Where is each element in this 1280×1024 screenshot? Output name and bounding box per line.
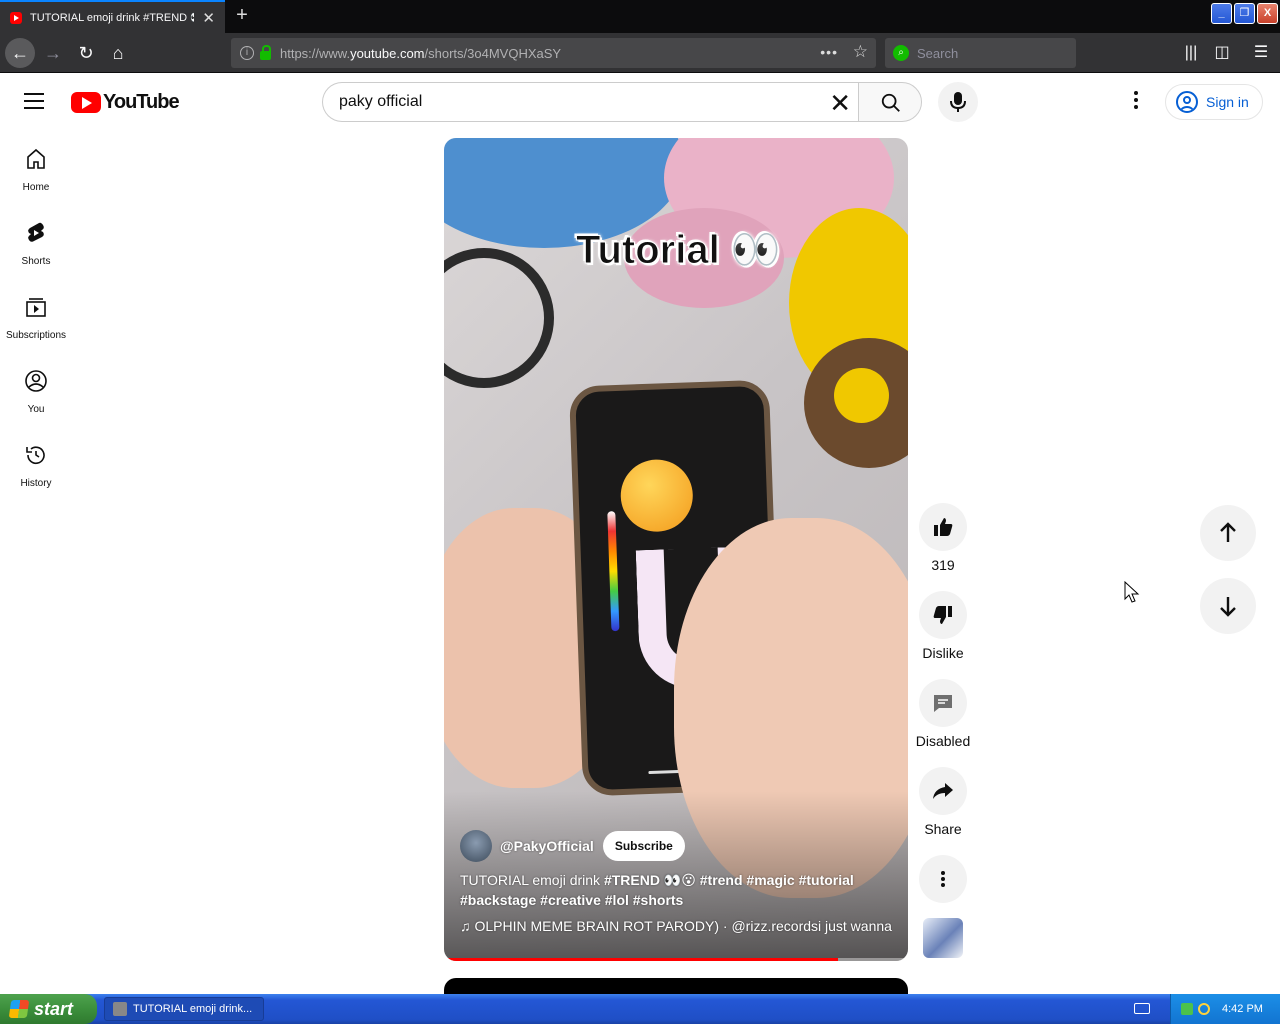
search-icon xyxy=(881,93,900,112)
browser-tab-active[interactable]: TUTORIAL emoji drink #TREND 👀 ✕ xyxy=(0,0,225,33)
like-count: 319 xyxy=(931,557,955,573)
search-tray-icon[interactable] xyxy=(1198,1003,1210,1015)
more-vert-icon xyxy=(941,871,945,887)
browser-app-icon xyxy=(113,1002,127,1016)
library-icon[interactable]: ||| xyxy=(1180,42,1202,64)
share-button[interactable] xyxy=(919,767,967,815)
account-icon xyxy=(1176,91,1198,113)
settings-kebab-icon[interactable] xyxy=(1126,91,1146,113)
browser-tab-bar: TUTORIAL emoji drink #TREND 👀 ✕ + _ ❐ X xyxy=(0,0,1280,33)
music-note-icon: ♫ xyxy=(460,918,471,934)
channel-row: @PakyOfficial Subscribe xyxy=(460,830,685,862)
share-arrow-icon xyxy=(933,783,953,799)
channel-avatar[interactable] xyxy=(460,830,492,862)
voice-search-button[interactable] xyxy=(938,82,978,122)
guide-item-subscriptions[interactable]: Subscriptions xyxy=(0,279,72,353)
sound-thumbnail[interactable] xyxy=(923,918,963,958)
tab-close-icon[interactable]: ✕ xyxy=(202,9,215,27)
bookmark-star-icon[interactable]: ☆ xyxy=(853,42,868,62)
screen: TUTORIAL emoji drink #TREND 👀 ✕ + _ ❐ X … xyxy=(0,0,1280,1024)
home-icon xyxy=(27,148,45,169)
subscriptions-icon xyxy=(26,298,46,317)
comments-button[interactable] xyxy=(919,679,967,727)
next-short-button[interactable] xyxy=(1200,578,1256,634)
browser-search-field[interactable]: ⌕ Search xyxy=(885,38,1076,68)
comments-label: Disabled xyxy=(915,733,971,749)
color-palette xyxy=(607,511,620,632)
search-query: paky official xyxy=(339,93,423,110)
browser-toolbar: ← → ↻ ⌂ i https://www.youtube.com/shorts… xyxy=(0,33,1280,73)
guide-item-you[interactable]: You xyxy=(0,353,72,427)
subscribe-button[interactable]: Subscribe xyxy=(602,831,685,861)
url-text: https://www.youtube.com/shorts/3o4MVQHXa… xyxy=(280,45,562,61)
page-actions-icon[interactable]: ••• xyxy=(820,44,838,60)
guide-item-history[interactable]: History xyxy=(0,427,72,501)
previous-short-button[interactable] xyxy=(1200,505,1256,561)
music-row[interactable]: ♫ OLPHIN MEME BRAIN ROT PARODY) · @rizz.r… xyxy=(460,918,892,934)
dislike-label: Dislike xyxy=(922,645,964,661)
search-engine-icon: ⌕ xyxy=(893,45,909,61)
dislike-button[interactable] xyxy=(919,591,967,639)
reload-icon[interactable]: ↻ xyxy=(71,38,101,68)
search-placeholder: Search xyxy=(917,45,959,61)
arrow-down-icon xyxy=(1220,597,1236,617)
music-title: OLPHIN MEME BRAIN ROT PARODY) · @rizz.re… xyxy=(474,918,819,934)
more-actions-button[interactable] xyxy=(919,855,967,903)
lock-icon xyxy=(260,44,271,60)
sign-in-button[interactable]: Sign in xyxy=(1165,84,1263,120)
history-icon xyxy=(26,446,45,465)
thumbs-up-icon xyxy=(934,518,953,536)
forward-arrow-icon[interactable]: → xyxy=(38,38,68,68)
arrow-up-icon xyxy=(1220,522,1236,542)
home-icon[interactable]: ⌂ xyxy=(103,38,133,68)
new-tab-button[interactable]: + xyxy=(231,4,253,26)
channel-name[interactable]: @PakyOfficial xyxy=(500,838,594,854)
video-description[interactable]: TUTORIAL emoji drink #TREND 👀😮 #trend #m… xyxy=(460,870,890,910)
taskbar-item-browser[interactable]: TUTORIAL emoji drink... xyxy=(104,997,264,1021)
like-button[interactable] xyxy=(919,503,967,551)
video-progress-bar[interactable] xyxy=(444,958,908,961)
guide-item-home[interactable]: Home xyxy=(0,131,72,205)
site-info-icon[interactable]: i xyxy=(240,46,254,60)
youtube-play-icon xyxy=(71,92,101,113)
microphone-icon xyxy=(950,92,966,112)
thumbs-down-icon xyxy=(933,606,952,624)
window-controls: _ ❐ X xyxy=(1211,3,1278,24)
youtube-favicon-icon xyxy=(10,11,22,24)
music-title-2: i just wanna xyxy=(818,918,892,934)
restore-button[interactable]: ❐ xyxy=(1234,3,1255,24)
network-icon[interactable] xyxy=(1181,1003,1193,1015)
tab-title: TUTORIAL emoji drink #TREND 👀 xyxy=(30,12,194,24)
video-progress-fill xyxy=(444,958,839,961)
share-label: Share xyxy=(924,821,962,837)
shorts-icon xyxy=(28,222,44,242)
youtube-search-input[interactable]: paky official ✕ xyxy=(322,82,859,122)
minimize-button[interactable]: _ xyxy=(1211,3,1232,24)
mouse-pointer-icon xyxy=(1124,581,1140,603)
address-bar[interactable]: i https://www.youtube.com/shorts/3o4MVQH… xyxy=(231,38,876,68)
user-circle-icon xyxy=(25,370,47,392)
menu-icon[interactable]: ☰ xyxy=(1250,42,1272,64)
kissing-emoji-icon xyxy=(619,458,694,533)
sidebar-icon[interactable]: ◫ xyxy=(1211,42,1233,64)
clear-search-icon[interactable]: ✕ xyxy=(829,88,851,119)
guide-item-shorts[interactable]: Shorts xyxy=(0,205,72,279)
comment-icon xyxy=(934,695,952,712)
back-arrow-icon[interactable]: ← xyxy=(5,38,35,68)
youtube-header: YouTube paky official ✕ Sign in xyxy=(0,73,1280,131)
video-scene-ring xyxy=(444,248,554,388)
keyboard-icon[interactable] xyxy=(1134,1003,1150,1014)
start-button[interactable]: start xyxy=(0,994,97,1024)
hamburger-menu-icon[interactable] xyxy=(24,93,44,109)
short-video-player[interactable]: Tutorial 👀 @PakyOfficial Subscribe TUTOR… xyxy=(444,138,908,961)
clock: 4:42 PM xyxy=(1222,1003,1263,1015)
windows-logo-icon xyxy=(8,1000,30,1018)
windows-taskbar: start TUTORIAL emoji drink... 4:42 PM xyxy=(0,994,1280,1024)
close-window-button[interactable]: X xyxy=(1257,3,1278,24)
video-overlay-title: Tutorial 👀 xyxy=(576,228,782,273)
search-button[interactable] xyxy=(858,82,922,122)
system-tray: 4:42 PM xyxy=(1170,994,1280,1024)
youtube-logo[interactable]: YouTube xyxy=(71,91,180,114)
